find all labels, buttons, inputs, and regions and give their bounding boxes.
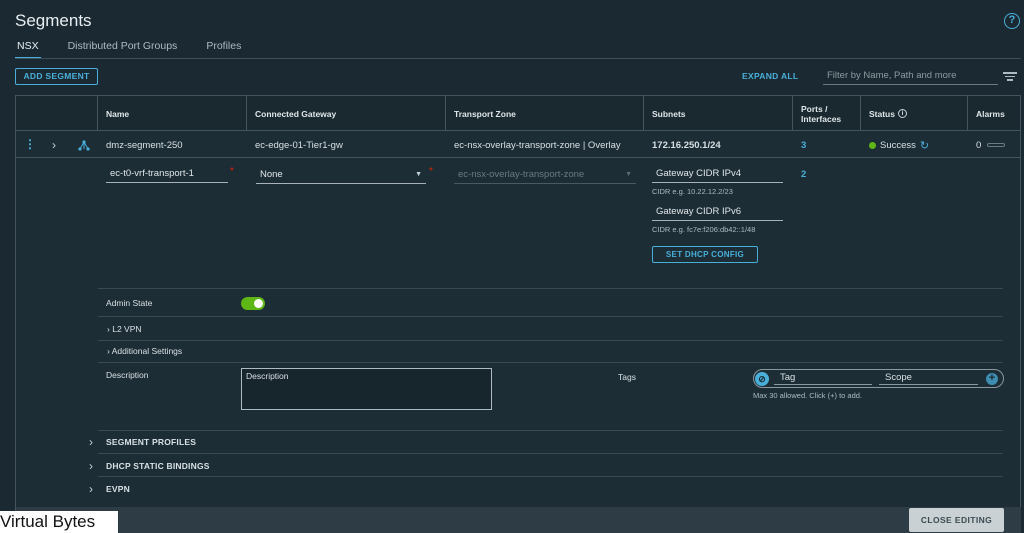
description-label: Description — [106, 370, 149, 380]
tab-profiles[interactable]: Profiles — [204, 40, 243, 59]
required-marker: * — [429, 166, 433, 177]
close-editing-button[interactable]: CLOSE EDITING — [909, 508, 1004, 532]
status-text: Success — [880, 139, 916, 151]
divider — [98, 288, 1003, 289]
dhcp-static-bindings-section[interactable]: DHCP STATIC BINDINGS — [106, 461, 210, 471]
gateway-select[interactable]: None ▼ — [256, 167, 426, 184]
transport-zone-select: ec-nsx-overlay-transport-zone ▼ — [454, 167, 636, 184]
row-actions-icon[interactable]: ⋮ — [24, 138, 36, 151]
gateway-cidr-ipv6-input[interactable]: Gateway CIDR IPv6 — [652, 204, 783, 221]
tabs-divider — [15, 58, 1021, 59]
description-textarea[interactable]: Description — [241, 368, 492, 410]
segment-name: dmz-segment-250 — [106, 139, 183, 151]
subnet: 172.16.250.1/24 — [652, 139, 721, 151]
divider — [98, 362, 1003, 363]
chevron-right-icon[interactable]: › — [89, 482, 93, 496]
chevron-right-icon[interactable]: › — [89, 459, 93, 473]
collapse-row-icon[interactable]: › — [52, 132, 56, 158]
column-header-alarms[interactable]: Alarms — [967, 96, 1020, 131]
chevron-right-icon[interactable]: › — [89, 435, 93, 449]
column-header-name[interactable]: Name — [97, 96, 246, 131]
tag-icon: ⊘ — [755, 372, 769, 386]
segments-grid — [15, 95, 1021, 515]
tags-helper-text: Max 30 allowed. Click (+) to add. — [753, 391, 863, 400]
transport-zone: ec-nsx-overlay-transport-zone | Overlay — [454, 139, 621, 151]
required-marker: * — [230, 166, 234, 177]
help-icon[interactable]: ? — [1004, 13, 1020, 29]
chevron-down-icon: ▼ — [625, 171, 632, 178]
chevron-down-icon: ▼ — [415, 171, 422, 178]
filter-icon[interactable] — [1003, 72, 1017, 81]
ports-link[interactable]: 3 — [801, 132, 806, 158]
column-header-ports[interactable]: Ports / Interfaces — [792, 96, 860, 131]
column-header-subnets[interactable]: Subnets — [643, 96, 792, 131]
l2vpn-label: L2 VPN — [112, 324, 142, 334]
watermark: Virtual Bytes — [0, 512, 96, 531]
tags-label: Tags — [618, 372, 636, 382]
divider — [98, 476, 1003, 477]
tab-distributed-port-groups[interactable]: Distributed Port Groups — [66, 40, 180, 59]
edit-ports-link[interactable]: 2 — [801, 169, 806, 180]
add-segment-button[interactable]: ADD SEGMENT — [15, 68, 98, 85]
edit-footer — [16, 507, 1021, 533]
evpn-section[interactable]: EVPN — [106, 484, 130, 494]
expand-all-button[interactable]: EXPAND ALL — [742, 71, 798, 81]
segment-type-icon — [78, 132, 90, 158]
column-header-status[interactable]: Status i — [860, 96, 967, 131]
page-title: Segments — [15, 11, 92, 30]
alarms-cell: 0 — [976, 132, 1006, 158]
divider — [98, 430, 1003, 431]
add-tag-icon[interactable]: + — [986, 373, 998, 385]
info-icon[interactable]: i — [897, 109, 907, 118]
segment-name-input[interactable]: ec-t0-vrf-transport-1 — [106, 166, 228, 183]
divider — [98, 340, 1003, 341]
gateway-select-value: None — [260, 169, 283, 180]
status-header-label: Status — [869, 108, 895, 119]
status-badge: Success ↻ — [869, 132, 929, 158]
ipv4-helper-text: CIDR e.g. 10.22.12.2/23 — [652, 187, 733, 196]
connected-gateway: ec-edge-01-Tier1-gw — [255, 139, 343, 151]
segment-profiles-section[interactable]: SEGMENT PROFILES — [106, 437, 196, 447]
alarm-count: 0 — [976, 139, 982, 151]
additional-settings-label: Additional Settings — [111, 346, 183, 356]
alarm-bar-icon — [987, 143, 1006, 147]
divider — [98, 453, 1003, 454]
set-dhcp-config-button[interactable]: SET DHCP CONFIG — [652, 246, 758, 263]
chevron-right-icon: › — [107, 346, 110, 356]
transport-zone-select-value: ec-nsx-overlay-transport-zone — [458, 169, 585, 180]
gateway-cidr-ipv4-input[interactable]: Gateway CIDR IPv4 — [652, 166, 783, 183]
tab-bar: NSX Distributed Port Groups Profiles — [15, 40, 268, 59]
tab-nsx[interactable]: NSX — [15, 40, 41, 59]
divider — [98, 316, 1003, 317]
refresh-icon[interactable]: ↻ — [920, 139, 929, 152]
tag-input[interactable]: Tag — [774, 371, 872, 385]
column-header-transport-zone[interactable]: Transport Zone — [445, 96, 643, 131]
column-header-gateway[interactable]: Connected Gateway — [246, 96, 445, 131]
additional-settings-expander[interactable]: › Additional Settings — [107, 346, 182, 356]
scope-input[interactable]: Scope — [879, 371, 978, 385]
admin-state-toggle[interactable] — [241, 297, 265, 310]
chevron-right-icon: › — [107, 324, 110, 334]
admin-state-label: Admin State — [106, 298, 153, 308]
success-dot-icon — [869, 141, 876, 149]
filter-input[interactable] — [823, 66, 998, 85]
l2vpn-expander[interactable]: › L2 VPN — [107, 324, 142, 334]
ipv6-helper-text: CIDR e.g. fc7e:f206:db42::1/48 — [652, 225, 756, 234]
